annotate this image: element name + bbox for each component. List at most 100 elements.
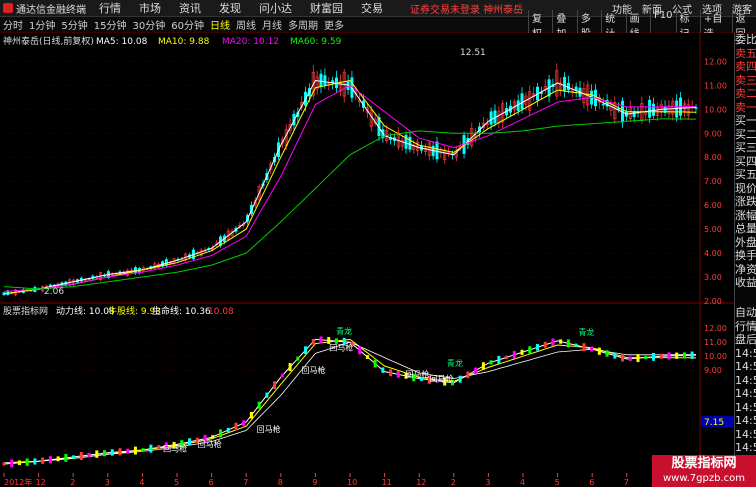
indicator-bar [56,456,60,462]
tab-60min[interactable]: 60分钟 [168,17,207,32]
sidebar-label: 涨幅 [735,208,756,222]
tab-5min[interactable]: 5分钟 [58,17,90,32]
sidebar-label: 买四 [735,154,756,168]
price-tick: 3.00 [704,273,722,282]
indicator-bar [365,355,369,359]
indicator-bar [273,381,277,390]
tab-more[interactable]: 更多 [321,17,347,32]
date-tick: 2 [70,478,75,487]
candle-body [408,136,412,150]
candle-body [601,103,605,106]
indicator-annotation: 回马枪 [329,343,353,353]
sub-price-tick: 12.00 [704,324,727,333]
tab-1min[interactable]: 1分钟 [26,17,58,32]
indicator-bar [651,352,655,361]
low-marker: 2.06 [44,287,64,297]
date-tick: 3 [485,478,490,487]
indicator-bar [474,367,478,374]
tab-30min[interactable]: 30分钟 [129,17,168,32]
date-tick: 3 [105,478,110,487]
indicator-bar [605,350,609,357]
ma10-label: MA10: 9.88 [158,37,210,47]
sidebar-label: 外盘 [735,235,756,249]
notice-stock[interactable]: 神州泰岳 [483,5,523,16]
price-tick: 2.00 [704,297,722,306]
tab-weekly[interactable]: 周线 [233,17,259,32]
date-tick: 6 [589,478,594,487]
indicator-bar [95,450,99,458]
candle-body [675,100,679,118]
indicator-bar [64,453,68,462]
indicator-bar [10,459,14,468]
indicator-bar [644,355,648,360]
sidebar-time-label: 14:5 [735,441,756,454]
date-tick: 11 [382,478,392,487]
sidebar-label: 净资 [735,262,756,276]
price-tick: 7.00 [704,177,722,186]
sidebar-label: 卖三 [735,73,756,87]
indicator-bar [597,347,601,355]
indicator-bar [543,341,547,348]
indicator-bar [613,352,617,359]
sidebar-label: 卖一 [735,100,756,114]
menu-quotes[interactable]: 行情 [99,0,121,16]
ma20-label: MA20: 10.12 [222,37,279,47]
menu-wealth[interactable]: 财富园 [310,0,343,16]
indicator-bar [690,351,694,359]
price-tick: 6.00 [704,201,722,210]
indicator-bar [551,338,555,347]
indicator-bar [535,344,539,351]
menu-news[interactable]: 资讯 [179,0,201,16]
price-tick: 8.00 [704,153,722,162]
menu-trade[interactable]: 交易 [361,0,383,16]
price-tick: 5.00 [704,225,722,234]
sidebar-time-label: 14:5 [735,346,756,360]
sidebar-label: 现价 [735,181,756,195]
ma60-label: MA60: 9.59 [290,37,342,47]
date-tick: 6 [209,478,214,487]
indicator-bar [667,352,671,360]
indicator-bar [2,462,6,466]
indicator-bar [110,449,114,456]
app-title: 通达信金融终端 [16,4,86,16]
candle-body [435,141,439,160]
menu-ask[interactable]: 问小达 [259,0,292,16]
date-tick: 5 [174,478,179,487]
current-price: 7.15 [704,418,724,428]
indicator-bar [373,359,377,368]
menu-discover[interactable]: 发现 [219,0,241,16]
chart-title: 神州泰岳(日线,前复权) [3,35,94,47]
indicator-bar [574,343,578,347]
tab-multi-period[interactable]: 多周期 [285,17,321,32]
login-notice[interactable]: 证券交易未登录 神州泰岳 [410,1,523,16]
indicator-bar [358,346,362,355]
indicator-bar [311,338,315,345]
indicator-bar [512,350,516,359]
tab-15min[interactable]: 15分钟 [91,17,130,32]
candle-body [632,111,636,118]
tab-timeshare[interactable]: 分时 [0,17,26,32]
indicator-bar [590,346,594,352]
sidebar-time-label: 14:5 [735,427,756,441]
indicator-bar [381,367,385,373]
date-tick: 4 [139,478,144,487]
sidebar-time-label: 14:5 [735,400,756,414]
indicator-bar [628,356,632,361]
price-tick: 9.00 [704,129,722,138]
indicator-bar [528,346,532,354]
kline-chart[interactable]: 12.00 11.00 10.00 9.00 8.00 7.00 6.00 5.00 4.00 3… [0,33,734,487]
tab-daily[interactable]: 日线 [207,17,233,32]
indicator-annotation: 青龙 [447,358,463,368]
indicator-bar [389,369,393,377]
date-tick: 2012年 [4,477,32,487]
indicator-bar [675,352,679,359]
candle-body [323,75,327,85]
sidebar-time-label: 14:5 [735,360,756,373]
sidebar-label: 涨跌 [735,195,756,208]
tab-monthly[interactable]: 月线 [259,17,285,32]
menu-market[interactable]: 市场 [139,0,161,16]
indicator-bar [17,460,21,466]
indicator-bar [149,444,153,453]
indicator-bar [505,355,509,360]
date-tick: 7 [243,478,248,487]
